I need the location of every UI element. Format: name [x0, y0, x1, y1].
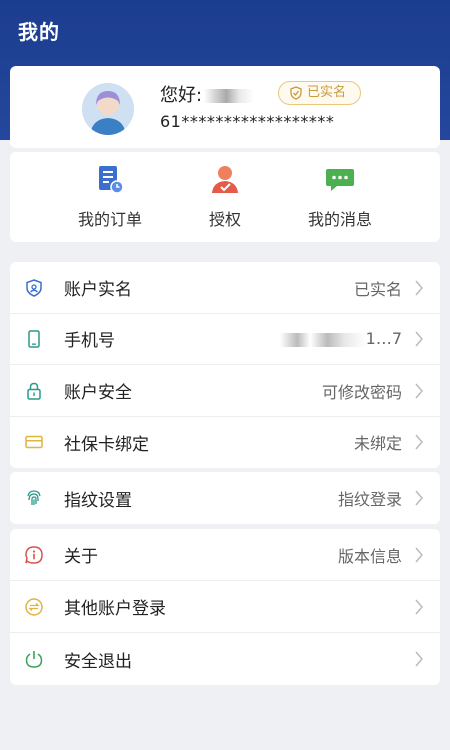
settings-row-other-account[interactable]: 其他账户登录: [10, 581, 440, 633]
account-settings-group: 账户实名 已实名 手机号 1…7 账户安全 可修改密码 社保卡绑定 未绑定: [10, 262, 440, 468]
chevron-right-icon: [415, 331, 423, 346]
verified-badge: 已实名: [278, 81, 362, 105]
fingerprint-group: 指纹设置 指纹登录: [10, 472, 440, 524]
settings-row-logout[interactable]: 安全退出: [10, 633, 440, 685]
order-icon: [99, 166, 124, 194]
about-label: 关于: [64, 547, 98, 567]
chevron-right-icon: [415, 547, 423, 562]
my-messages-label: 我的消息: [307, 210, 372, 229]
chevron-right-icon: [415, 651, 423, 667]
authorize-label: 授权: [208, 210, 241, 229]
chevron-right-icon: [415, 280, 423, 295]
message-icon: [326, 169, 354, 191]
real-name-value: 已实名: [353, 279, 402, 299]
greeting: 您好:: [160, 81, 255, 107]
switch-account-icon: [25, 597, 43, 616]
masked-phone: [279, 332, 366, 347]
social-card-label: 社保卡绑定: [64, 434, 149, 455]
shield-id-icon: [26, 278, 42, 297]
settings-row-security[interactable]: 账户安全 可修改密码: [10, 365, 440, 417]
security-label: 账户安全: [64, 383, 132, 403]
fingerprint-label: 指纹设置: [64, 490, 132, 511]
fingerprint-value: 指纹登录: [337, 490, 402, 509]
chevron-right-icon: [415, 599, 423, 614]
my-orders-button[interactable]: 我的订单: [50, 164, 170, 230]
settings-row-social-card[interactable]: 社保卡绑定 未绑定: [10, 416, 440, 468]
social-card-value: 未绑定: [353, 434, 402, 453]
phone-icon: [28, 329, 40, 348]
info-icon: [25, 545, 43, 564]
chevron-right-icon: [415, 434, 423, 450]
card-icon: [25, 435, 43, 449]
settings-row-fingerprint[interactable]: 指纹设置 指纹登录: [10, 472, 440, 524]
chevron-right-icon: [415, 490, 423, 506]
settings-row-real-name[interactable]: 账户实名 已实名: [10, 262, 440, 314]
security-value: 可修改密码: [321, 382, 402, 402]
verified-label: 已实名: [307, 85, 347, 100]
phone-label: 手机号: [64, 331, 115, 351]
avatar[interactable]: [82, 83, 134, 135]
other-account-label: 其他账户登录: [64, 599, 166, 619]
masked-name: [204, 89, 255, 103]
shield-check-icon: [290, 86, 302, 100]
logout-label: 安全退出: [64, 651, 132, 672]
power-icon: [25, 651, 43, 668]
profile-card[interactable]: 您好: 已实名 61******************: [10, 66, 440, 148]
other-settings-group: 关于 版本信息 其他账户登录 安全退出: [10, 529, 440, 685]
my-orders-label: 我的订单: [77, 210, 142, 229]
phone-value: 1…7: [279, 329, 402, 348]
authorize-button[interactable]: 授权: [165, 164, 285, 230]
greeting-text: 您好:: [160, 85, 203, 106]
authorize-icon: [212, 166, 238, 193]
fingerprint-icon: [27, 490, 41, 506]
about-value: 版本信息: [337, 546, 402, 566]
id-number: 61******************: [160, 112, 335, 131]
real-name-label: 账户实名: [64, 280, 132, 300]
lock-icon: [27, 382, 41, 400]
chevron-right-icon: [415, 383, 423, 398]
quick-actions-card: 我的订单 授权 我的消息: [10, 152, 440, 242]
my-messages-button[interactable]: 我的消息: [280, 164, 400, 230]
page-title: 我的: [18, 20, 60, 44]
settings-row-about[interactable]: 关于 版本信息: [10, 529, 440, 581]
settings-row-phone[interactable]: 手机号 1…7: [10, 313, 440, 365]
